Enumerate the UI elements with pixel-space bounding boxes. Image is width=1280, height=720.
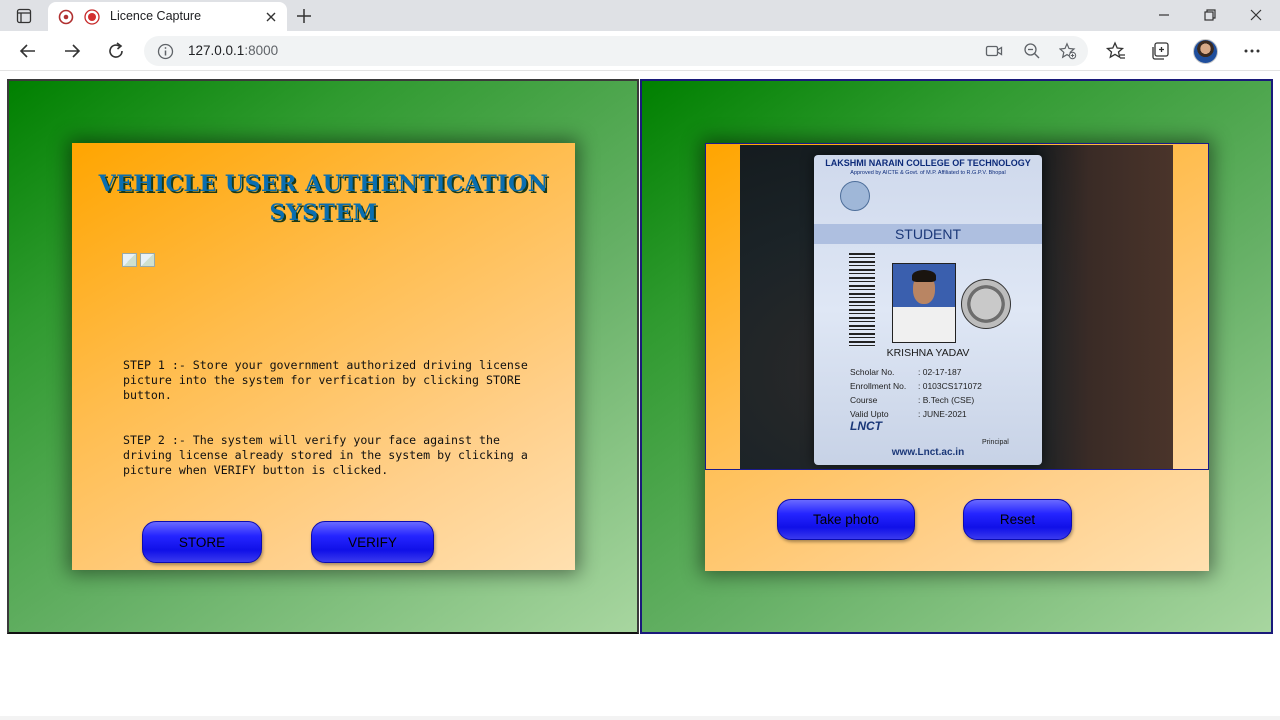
browser-toolbar: 127.0.0.1:8000 bbox=[0, 31, 1280, 71]
id-row: Scholar No.: 02-17-187 bbox=[850, 367, 962, 377]
url-port: :8000 bbox=[244, 43, 279, 58]
capture-panel: LAKSHMI NARAIN COLLEGE OF TECHNOLOGY App… bbox=[640, 79, 1273, 634]
more-options-icon[interactable] bbox=[1241, 40, 1263, 62]
id-row: Enrollment No.: 0103CS171072 bbox=[850, 381, 982, 391]
favorites-icon[interactable] bbox=[1105, 40, 1127, 62]
close-window-icon[interactable] bbox=[1246, 5, 1266, 25]
tab-actions-icon[interactable] bbox=[10, 6, 38, 26]
instructions-card: VEHICLE USER AUTHENTICATION SYSTEM STEP … bbox=[72, 143, 575, 570]
student-photo bbox=[892, 263, 956, 343]
barcode-icon bbox=[849, 253, 875, 347]
id-college-name: LAKSHMI NARAIN COLLEGE OF TECHNOLOGY bbox=[825, 158, 1031, 168]
url-text: 127.0.0.1:8000 bbox=[188, 43, 278, 58]
capture-card: LAKSHMI NARAIN COLLEGE OF TECHNOLOGY App… bbox=[705, 143, 1209, 571]
broken-images bbox=[122, 253, 155, 267]
browser-tab[interactable]: Licence Capture bbox=[48, 2, 287, 31]
instructions-panel: VEHICLE USER AUTHENTICATION SYSTEM STEP … bbox=[7, 79, 639, 634]
step-2-text: STEP 2 :- The system will verify your fa… bbox=[123, 433, 535, 477]
add-favorite-icon[interactable] bbox=[1058, 42, 1077, 60]
id-brand: LNCT bbox=[850, 419, 882, 433]
new-tab-icon[interactable] bbox=[294, 6, 316, 26]
close-tab-icon[interactable] bbox=[263, 9, 279, 25]
back-arrow-icon[interactable] bbox=[17, 40, 39, 62]
id-approval-text: Approved by AICTE & Govt. of M.P. Affili… bbox=[850, 170, 1006, 176]
broken-image-icon bbox=[122, 253, 137, 267]
address-bar[interactable]: 127.0.0.1:8000 bbox=[144, 36, 1088, 66]
tab-title: Licence Capture bbox=[110, 9, 202, 23]
id-card-image: LAKSHMI NARAIN COLLEGE OF TECHNOLOGY App… bbox=[814, 155, 1042, 465]
django-favicon-icon bbox=[58, 9, 74, 25]
reset-button[interactable]: Reset bbox=[963, 499, 1072, 540]
zoom-out-icon[interactable] bbox=[1023, 42, 1041, 60]
video-container: LAKSHMI NARAIN COLLEGE OF TECHNOLOGY App… bbox=[705, 143, 1209, 470]
url-host: 127.0.0.1 bbox=[188, 43, 245, 58]
tab-strip: Licence Capture bbox=[0, 0, 1280, 31]
id-role: STUDENT bbox=[814, 224, 1042, 244]
webcam-feed: LAKSHMI NARAIN COLLEGE OF TECHNOLOGY App… bbox=[740, 145, 1173, 469]
profile-avatar[interactable] bbox=[1193, 39, 1218, 64]
id-details: Scholar No.: 02-17-187 Enrollment No.: 0… bbox=[850, 365, 982, 421]
id-website: www.Lnct.ac.in bbox=[891, 447, 965, 458]
horizontal-scrollbar[interactable] bbox=[0, 716, 1280, 720]
restore-icon[interactable] bbox=[1200, 5, 1220, 25]
refresh-icon[interactable] bbox=[105, 40, 127, 62]
college-logo-icon bbox=[840, 181, 870, 211]
verify-button[interactable]: VERIFY bbox=[311, 521, 434, 563]
broken-image-icon bbox=[140, 253, 155, 267]
id-principal: Principal bbox=[982, 439, 1009, 446]
recording-icon bbox=[84, 9, 100, 25]
store-button[interactable]: STORE bbox=[142, 521, 262, 563]
college-seal-icon bbox=[961, 279, 1011, 329]
site-info-icon[interactable] bbox=[157, 43, 174, 60]
minimize-icon[interactable] bbox=[1154, 5, 1174, 25]
step-1-text: STEP 1 :- Store your government authoriz… bbox=[123, 358, 535, 402]
collections-icon[interactable] bbox=[1149, 40, 1171, 62]
id-row: Course: B.Tech (CSE) bbox=[850, 395, 975, 405]
page-viewport: VEHICLE USER AUTHENTICATION SYSTEM STEP … bbox=[0, 72, 1280, 720]
id-student-name: KRISHNA YADAV bbox=[886, 347, 970, 359]
take-photo-button[interactable]: Take photo bbox=[777, 499, 915, 540]
forward-arrow-icon[interactable] bbox=[61, 40, 83, 62]
page-title: VEHICLE USER AUTHENTICATION SYSTEM bbox=[98, 171, 549, 226]
camera-in-use-icon[interactable] bbox=[985, 42, 1003, 60]
